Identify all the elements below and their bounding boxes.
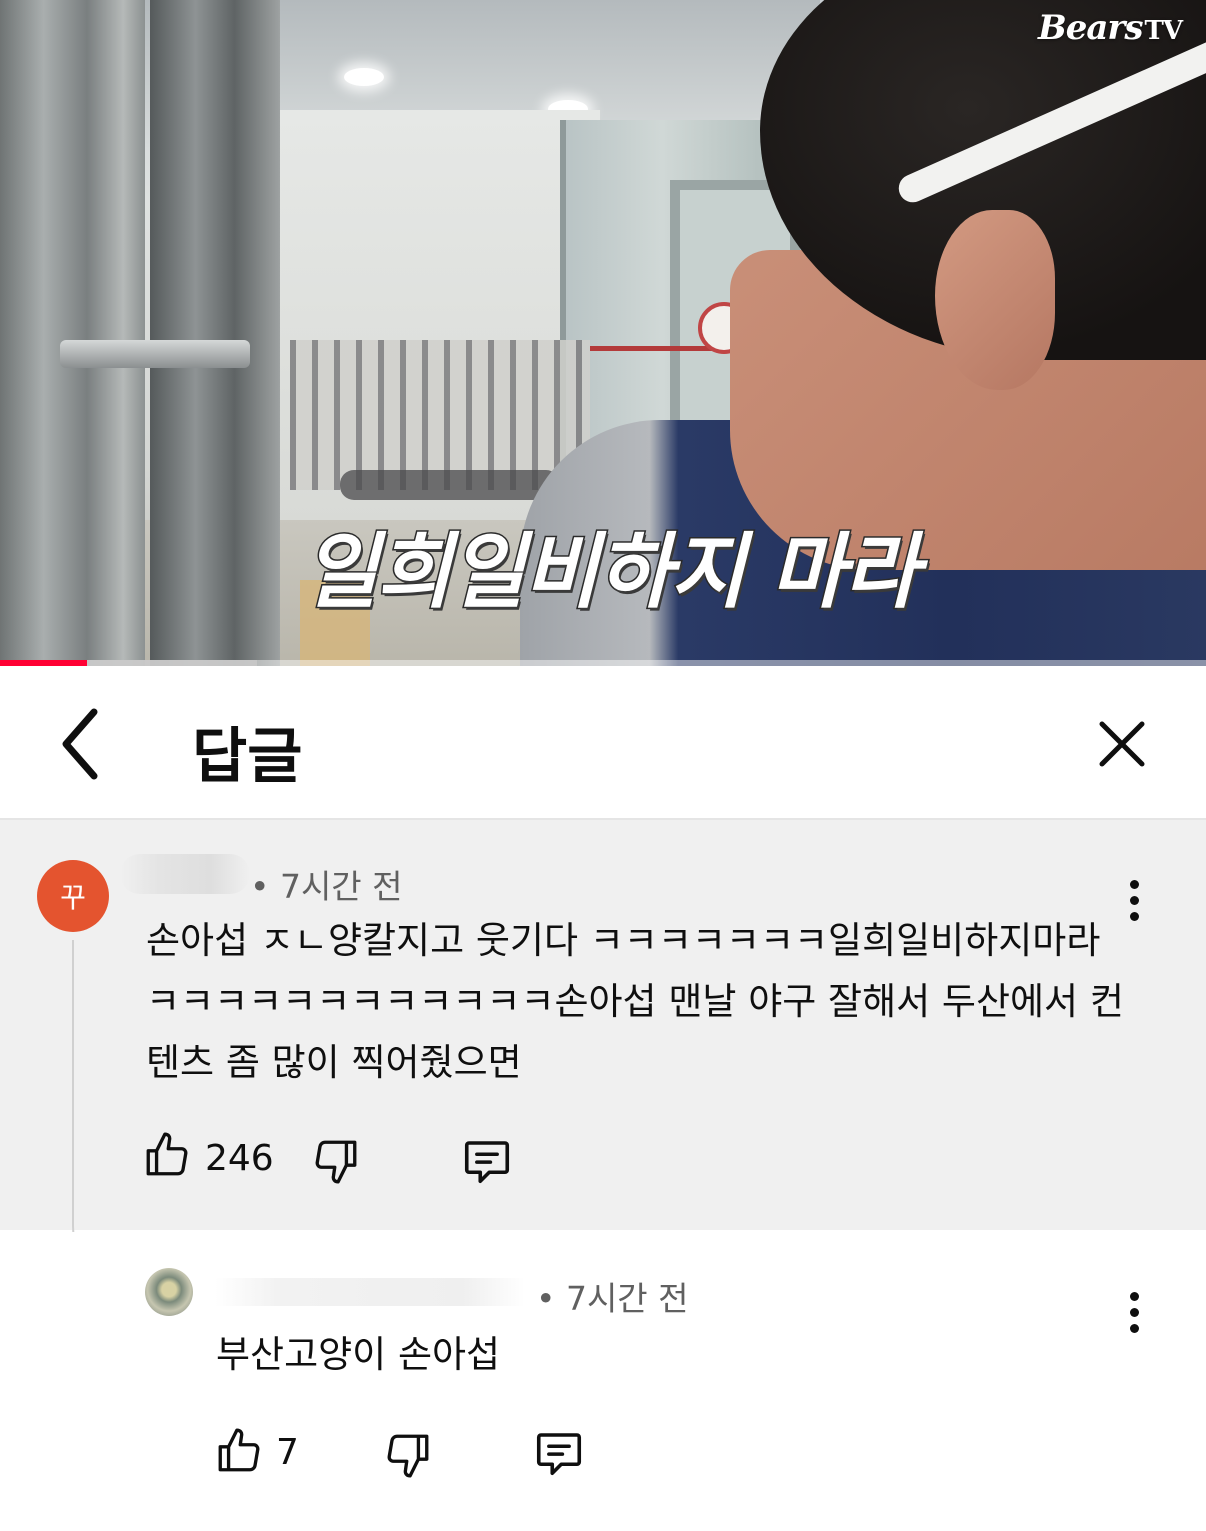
ceiling-light — [344, 68, 384, 86]
more-vertical-icon — [1124, 1292, 1144, 1333]
dislike-button[interactable] — [383, 1430, 433, 1480]
replies-header: 답글 — [0, 666, 1206, 820]
comment-icon — [531, 1426, 587, 1480]
chevron-left-icon — [50, 704, 120, 784]
more-vertical-icon — [1124, 880, 1144, 921]
parent-comment: 꾸 • 7시간 전 손아섭 ㅈㄴ양칼지고 웃기다 ㅋㅋㅋㅋㅋㅋㅋ일희일비하지마라… — [0, 820, 1206, 1230]
reply-button[interactable] — [459, 1134, 515, 1188]
comment-more-button[interactable] — [1124, 876, 1144, 926]
like-count: 7 — [276, 1432, 299, 1473]
dislike-button[interactable] — [311, 1136, 361, 1186]
page-title: 답글 — [192, 722, 303, 792]
avatar-letter: 꾸 — [60, 881, 86, 914]
scene-rack-base — [340, 470, 560, 500]
thumbs-up-icon — [142, 1130, 192, 1180]
author-name-redacted — [120, 854, 250, 894]
comment-text: 손아섭 ㅈㄴ양칼지고 웃기다 ㅋㅋㅋㅋㅋㅋㅋ일희일비하지마라 ㅋㅋㅋㅋㅋㅋㅋㅋㅋ… — [146, 919, 1124, 1084]
comment-timestamp: • 7시간 전 — [250, 867, 403, 906]
video-player[interactable]: BearsTV 일희일비하지 마라 — [0, 0, 1206, 666]
like-count: 246 — [205, 1138, 274, 1179]
close-button[interactable] — [1090, 712, 1154, 776]
reply-timestamp: • 7시간 전 — [536, 1279, 689, 1318]
like-button[interactable] — [142, 1130, 192, 1180]
thumbs-down-icon — [311, 1136, 361, 1186]
reply-text: 부산고양이 손아섭 — [216, 1333, 501, 1376]
avatar[interactable]: 꾸 — [37, 860, 109, 932]
back-button[interactable] — [50, 704, 120, 784]
channel-logo: BearsTV — [1038, 8, 1183, 48]
close-icon — [1090, 712, 1154, 776]
reply-more-button[interactable] — [1124, 1288, 1144, 1338]
thumbs-down-icon — [383, 1430, 433, 1480]
scene-door-handle — [60, 340, 250, 368]
video-caption: 일희일비하지 마라 — [301, 524, 920, 622]
comment-icon — [459, 1134, 515, 1188]
like-button[interactable] — [214, 1426, 264, 1476]
scene-dumbbell-rack — [290, 340, 590, 490]
avatar[interactable] — [145, 1268, 193, 1316]
reply-button[interactable] — [531, 1426, 587, 1480]
scene-door-pillar — [150, 0, 280, 666]
author-name-redacted — [215, 1278, 525, 1306]
scene-person-ear — [935, 210, 1055, 390]
scene-door-pillar — [0, 0, 145, 666]
reply-comment: • 7시간 전 부산고양이 손아섭 7 — [0, 1232, 1206, 1531]
thumbs-up-icon — [214, 1426, 264, 1476]
